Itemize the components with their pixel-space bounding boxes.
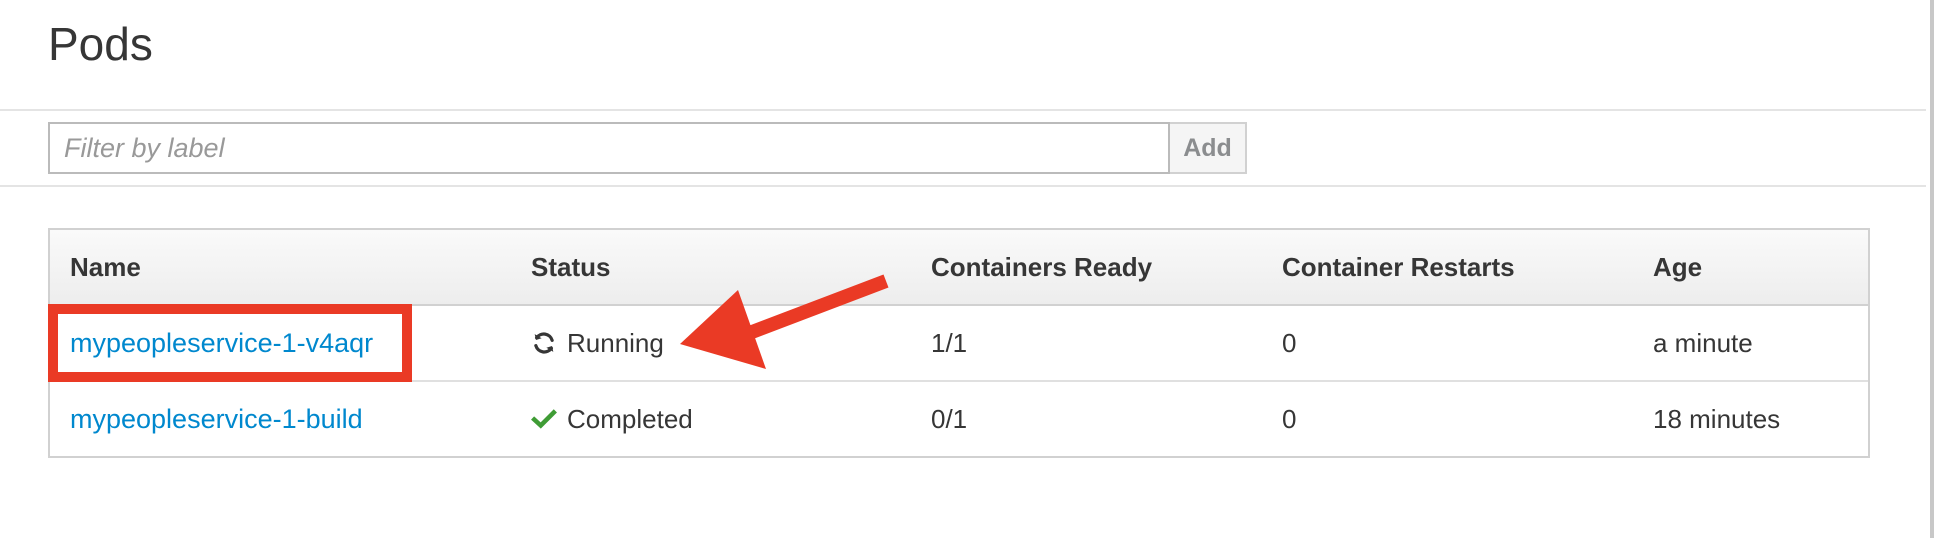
divider bbox=[0, 109, 1926, 111]
table-header: Name Status Containers Ready Container R… bbox=[50, 230, 1868, 306]
page-title: Pods bbox=[48, 18, 153, 70]
pod-age-cell: 18 minutes bbox=[1653, 403, 1781, 434]
filter-by-label-input[interactable] bbox=[48, 122, 1170, 174]
pod-status-text: Running bbox=[567, 327, 664, 358]
container-restarts-cell: 0 bbox=[1282, 327, 1297, 358]
pod-status-cell: Running bbox=[531, 306, 664, 380]
divider bbox=[0, 185, 1926, 187]
scrollbar[interactable] bbox=[1930, 0, 1934, 538]
containers-ready-cell: 1/1 bbox=[931, 327, 968, 358]
pod-name-cell: mypeopleservice-1-build bbox=[70, 382, 363, 456]
column-header-status[interactable]: Status bbox=[531, 230, 610, 304]
pods-table: Name Status Containers Ready Container R… bbox=[48, 228, 1870, 458]
add-filter-button[interactable]: Add bbox=[1170, 122, 1247, 174]
column-header-containers-ready[interactable]: Containers Ready bbox=[931, 230, 1152, 304]
pod-name-cell: mypeopleservice-1-v4aqr bbox=[70, 306, 373, 380]
pod-age-cell: a minute bbox=[1653, 327, 1753, 358]
pod-name-link[interactable]: mypeopleservice-1-v4aqr bbox=[70, 328, 373, 359]
pod-status-text: Completed bbox=[567, 403, 693, 434]
pod-name-link[interactable]: mypeopleservice-1-build bbox=[70, 404, 363, 435]
column-header-age[interactable]: Age bbox=[1653, 230, 1702, 304]
containers-ready-cell: 0/1 bbox=[931, 403, 968, 434]
table-row: mypeopleservice-1-build Completed 0/1 0 … bbox=[50, 382, 1868, 456]
column-header-name[interactable]: Name bbox=[70, 230, 141, 304]
checkmark-icon bbox=[531, 406, 557, 432]
container-restarts-cell: 0 bbox=[1282, 403, 1297, 434]
refresh-icon bbox=[531, 330, 557, 356]
column-header-container-restarts[interactable]: Container Restarts bbox=[1282, 230, 1515, 304]
label-filter: Add bbox=[48, 122, 1247, 174]
table-row: mypeopleservice-1-v4aqr Running 1/1 0 a … bbox=[50, 306, 1868, 382]
pod-status-cell: Completed bbox=[531, 382, 693, 456]
